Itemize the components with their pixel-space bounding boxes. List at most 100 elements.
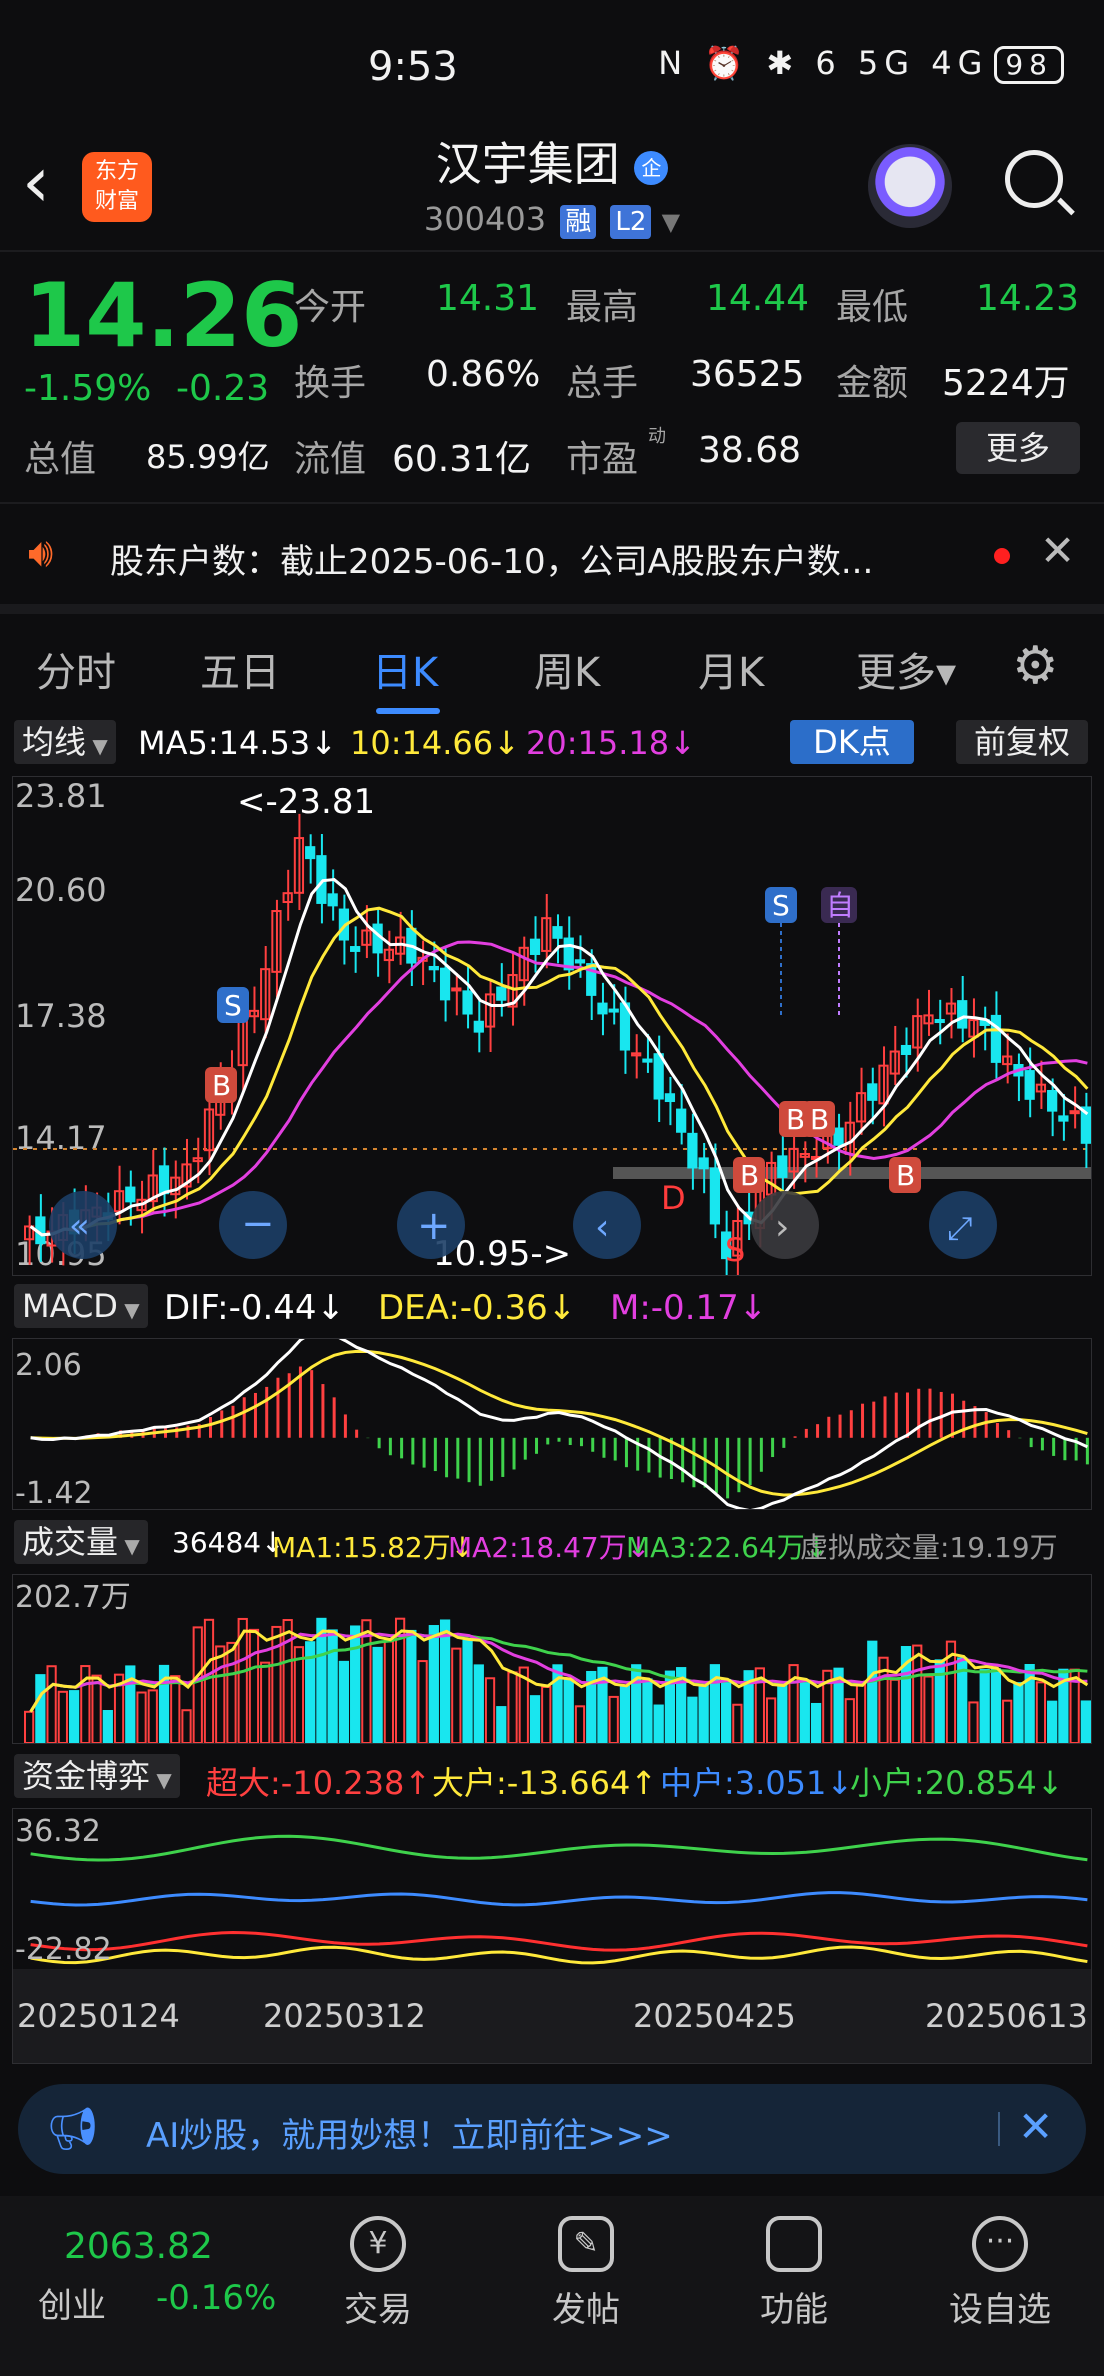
volume-chart: 202.7万: [15, 1580, 1092, 1745]
virtual-volume: 虚拟成交量:19.19万: [800, 1531, 1058, 1564]
volume-bar: [619, 1685, 631, 1744]
date-label: 20250124: [17, 1997, 180, 2035]
signal-marker[interactable]: S: [217, 987, 249, 1023]
more-dots-icon: ···: [972, 2216, 1028, 2272]
volume-bar: [383, 1640, 394, 1744]
dropdown-label: 成交量: [22, 1523, 119, 1561]
float-label: 流值: [294, 439, 367, 480]
tab-five-day[interactable]: 五日: [200, 640, 280, 698]
turnover-value: 0.86%: [426, 354, 541, 395]
super-large-line: [30, 1931, 1088, 1952]
signal-marker[interactable]: B: [205, 1067, 237, 1103]
small-value: 小户:20.854↓: [850, 1764, 1064, 1802]
candle: [957, 1000, 968, 1029]
volume-bar: [68, 1690, 80, 1744]
volume-bar: [642, 1678, 653, 1744]
index-ticker[interactable]: 2063.82 创业 -0.16%: [0, 2196, 300, 2376]
candle: [1047, 1089, 1058, 1112]
volume-bar: [293, 1646, 305, 1744]
signal-marker[interactable]: B: [733, 1157, 765, 1193]
nav-trade[interactable]: ¥ 交易: [308, 2216, 448, 2331]
volume-bar: [35, 1674, 46, 1744]
dk-point-label: DK点: [813, 723, 891, 761]
amount-label: 金额: [836, 363, 909, 404]
macd-dropdown[interactable]: MACD ▼: [14, 1284, 148, 1328]
gear-icon[interactable]: ⚙: [1012, 636, 1059, 696]
vol-ma1: MA1:15.82万↓: [272, 1531, 475, 1564]
volume-bar: [687, 1696, 698, 1745]
candle: [574, 959, 586, 964]
volume-bar: [338, 1660, 350, 1744]
macd-panel[interactable]: 2.06 -1.42: [12, 1331, 1092, 1513]
more-button[interactable]: 更多: [956, 422, 1080, 474]
tab-intraday[interactable]: 分时: [36, 640, 116, 698]
medium-value: 中户:3.051↓: [660, 1764, 854, 1802]
chevron-right-icon: ›: [775, 1207, 789, 1248]
adjust-button[interactable]: 前复权: [956, 720, 1088, 764]
volume-bar: [406, 1629, 417, 1744]
clock: 9:53: [368, 44, 458, 90]
dk-point-button[interactable]: DK点: [790, 720, 914, 764]
mcap-value: 85.99亿: [146, 438, 270, 476]
fund-chart: 36.32 -22.82 20250124 20250312 20250425 …: [13, 1814, 1091, 2063]
tab-daily-k[interactable]: 日K: [372, 640, 438, 698]
robot-avatar-icon[interactable]: [868, 144, 952, 228]
signal-marker[interactable]: S: [765, 887, 797, 923]
kline-panel[interactable]: 23.81 20.60 17.38 14.17 10.95 <-23.81 10…: [12, 776, 1092, 1281]
notice-text: 股东户数：截止2025-06-10，公司A股股东户数...: [110, 542, 874, 582]
candle: [552, 926, 563, 939]
level2-tag: L2: [610, 205, 652, 239]
volume-bar: [439, 1619, 451, 1744]
y-label: -22.82: [15, 1932, 112, 1967]
nav-functions[interactable]: 功能: [724, 2216, 864, 2331]
signal-marker[interactable]: B: [889, 1157, 921, 1193]
marker-label: B: [212, 1069, 231, 1102]
chevron-left-icon: ‹: [595, 1207, 609, 1248]
signal-marker[interactable]: 自: [821, 887, 857, 923]
megaphone-icon: 📢︎: [46, 2104, 100, 2153]
candle: [676, 1108, 687, 1133]
volume-bar: [732, 1703, 743, 1745]
nav-watchlist[interactable]: ··· 设自选: [930, 2216, 1070, 2331]
volume-bar: [417, 1660, 428, 1744]
tab-monthly-k[interactable]: 月K: [698, 640, 764, 698]
high-value: 14.44: [706, 278, 810, 319]
candle: [867, 1083, 878, 1101]
d-marker: D: [661, 1179, 686, 1217]
volume-panel[interactable]: 202.7万: [12, 1574, 1092, 1745]
ad-banner[interactable]: 📢︎ AI炒股，就用妙想！立即前往>>> ✕: [18, 2084, 1086, 2174]
candle: [709, 1167, 721, 1225]
indicator-dropdown[interactable]: 均线 ▼: [14, 720, 116, 764]
max-price-label: <-23.81: [237, 782, 375, 822]
fund-dropdown[interactable]: 资金博弈 ▼: [14, 1754, 180, 1798]
low-label: 最低: [836, 287, 909, 328]
tab-weekly-k[interactable]: 周K: [534, 640, 600, 698]
candle: [698, 1157, 709, 1170]
dropdown-label: 资金博弈: [22, 1757, 151, 1795]
ma10-value: 10:14.66↓: [350, 724, 520, 762]
volume-bar: [563, 1677, 574, 1744]
volume-dropdown[interactable]: 成交量 ▼: [14, 1520, 148, 1564]
volume-bar: [1035, 1681, 1047, 1744]
turnover-label: 换手: [294, 363, 367, 404]
volume-bar: [136, 1691, 147, 1744]
dropdown-label: 均线: [22, 723, 87, 761]
y-label: 20.60: [15, 871, 107, 909]
ma20-value: 20:15.18↓: [526, 724, 696, 762]
volume-bar: [855, 1683, 867, 1744]
kline-chart: 23.81 20.60 17.38 14.17 10.95 <-23.81 10…: [13, 777, 1092, 1281]
close-icon[interactable]: ✕: [1040, 526, 1075, 575]
edit-icon: ✎: [558, 2216, 614, 2272]
tab-more[interactable]: 更多▾: [856, 640, 956, 698]
y-label: 36.32: [15, 1814, 101, 1849]
notice-bar[interactable]: 🔊︎ 股东户数：截止2025-06-10，公司A股股东户数... ✕: [0, 504, 1104, 604]
signal-icons: N ⏰ ✱ 6 5G 4G: [658, 44, 989, 82]
battery-icon: 98: [994, 46, 1064, 84]
fund-panel[interactable]: 36.32 -22.82 20250124 20250312 20250425 …: [12, 1808, 1092, 2064]
close-icon[interactable]: ✕: [1018, 2102, 1053, 2151]
macd-histogram: [40, 1366, 1089, 1499]
search-icon[interactable]: [1005, 150, 1063, 208]
nav-post[interactable]: ✎ 发帖: [516, 2216, 656, 2331]
signal-marker[interactable]: B: [803, 1101, 835, 1137]
volume-bar: [260, 1661, 271, 1744]
